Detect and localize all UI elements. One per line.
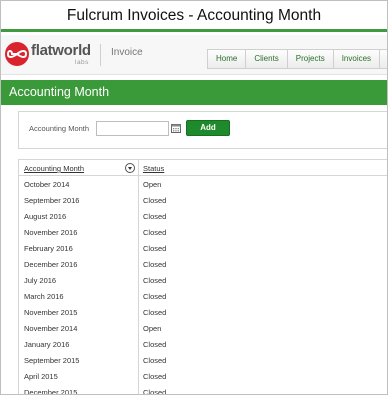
table-row[interactable]: September 2015 Closed [19, 352, 387, 368]
cell-status: Closed [143, 276, 167, 285]
cell-accounting-month: April 2015 [24, 372, 58, 381]
accounting-month-input[interactable] [96, 121, 169, 136]
cell-status: Closed [143, 244, 167, 253]
cell-status: Closed [143, 260, 167, 269]
table-row[interactable]: November 2016 Closed [19, 224, 387, 240]
add-button[interactable]: Add [186, 120, 230, 136]
page-title: Accounting Month [9, 85, 110, 99]
table-row[interactable]: November 2014 Open [19, 320, 387, 336]
table-row[interactable]: December 2016 Closed [19, 256, 387, 272]
cell-accounting-month: December 2015 [24, 388, 78, 395]
cell-status: Closed [143, 292, 167, 301]
cell-accounting-month: November 2016 [24, 228, 78, 237]
filter-panel: Accounting Month Add [18, 111, 387, 149]
column-header-accounting-month[interactable]: Accounting Month [24, 164, 84, 173]
flatworld-logo[interactable]: flatworld labs [5, 39, 95, 71]
main-nav: Home Clients Projects Invoices Pa [207, 49, 387, 69]
table-row[interactable]: February 2016 Closed [19, 240, 387, 256]
cell-accounting-month: March 2016 [24, 292, 64, 301]
table-row[interactable]: September 2016 Closed [19, 192, 387, 208]
cell-status: Closed [143, 388, 167, 395]
calendar-icon[interactable] [171, 123, 181, 133]
table-row[interactable]: March 2016 Closed [19, 288, 387, 304]
table-row[interactable]: December 2015 Closed [19, 384, 387, 395]
cell-accounting-month: January 2016 [24, 340, 70, 349]
cell-status: Closed [143, 212, 167, 221]
caption-title: Fulcrum Invoices - Accounting Month [66, 7, 322, 24]
table-row[interactable]: November 2015 Closed [19, 304, 387, 320]
cell-status: Closed [143, 228, 167, 237]
cell-accounting-month: September 2015 [24, 356, 80, 365]
window-caption: Fulcrum Invoices - Accounting Month [1, 1, 387, 32]
cell-status: Closed [143, 372, 167, 381]
tab-home[interactable]: Home [207, 49, 246, 69]
tab-clients[interactable]: Clients [245, 49, 287, 69]
cell-status: Closed [143, 308, 167, 317]
accounting-month-label: Accounting Month [29, 124, 90, 133]
cell-accounting-month: December 2016 [24, 260, 78, 269]
app-name: Invoice [111, 47, 143, 58]
column-header-status[interactable]: Status [143, 164, 164, 173]
table-row[interactable]: April 2015 Closed [19, 368, 387, 384]
table-row[interactable]: October 2014 Open [19, 176, 387, 192]
tab-projects[interactable]: Projects [286, 49, 333, 69]
cell-accounting-month: September 2016 [24, 196, 80, 205]
header-divider [100, 44, 101, 66]
accounting-month-table: Accounting Month Status October 2014 Open… [18, 159, 387, 395]
cell-status: Closed [143, 340, 167, 349]
table-row[interactable]: January 2016 Closed [19, 336, 387, 352]
cell-accounting-month: July 2016 [24, 276, 57, 285]
cell-accounting-month: November 2015 [24, 308, 78, 317]
logo-subtext: labs [75, 59, 89, 66]
tab-invoices[interactable]: Invoices [332, 49, 380, 69]
cell-status: Open [143, 180, 162, 189]
cell-accounting-month: October 2014 [24, 180, 70, 189]
app-window: Fulcrum Invoices - Accounting Month flat… [0, 0, 388, 395]
infinity-icon [5, 42, 29, 66]
table-row[interactable]: July 2016 Closed [19, 272, 387, 288]
cell-accounting-month: August 2016 [24, 212, 67, 221]
cell-status: Closed [143, 356, 167, 365]
cell-status: Closed [143, 196, 167, 205]
cell-accounting-month: November 2014 [24, 324, 78, 333]
page-title-bar: Accounting Month [1, 80, 387, 105]
column-menu-icon[interactable] [125, 163, 135, 173]
tab-pa[interactable]: Pa [379, 49, 387, 69]
app-header: flatworld labs Invoice Home Clients Proj… [1, 35, 387, 75]
cell-status: Open [143, 324, 162, 333]
table-body: October 2014 Open September 2016 Closed Augu… [19, 176, 387, 395]
cell-accounting-month: February 2016 [24, 244, 73, 253]
table-row[interactable]: August 2016 Closed [19, 208, 387, 224]
logo-wordmark: flatworld [31, 42, 91, 59]
table-header: Accounting Month Status [19, 160, 387, 176]
